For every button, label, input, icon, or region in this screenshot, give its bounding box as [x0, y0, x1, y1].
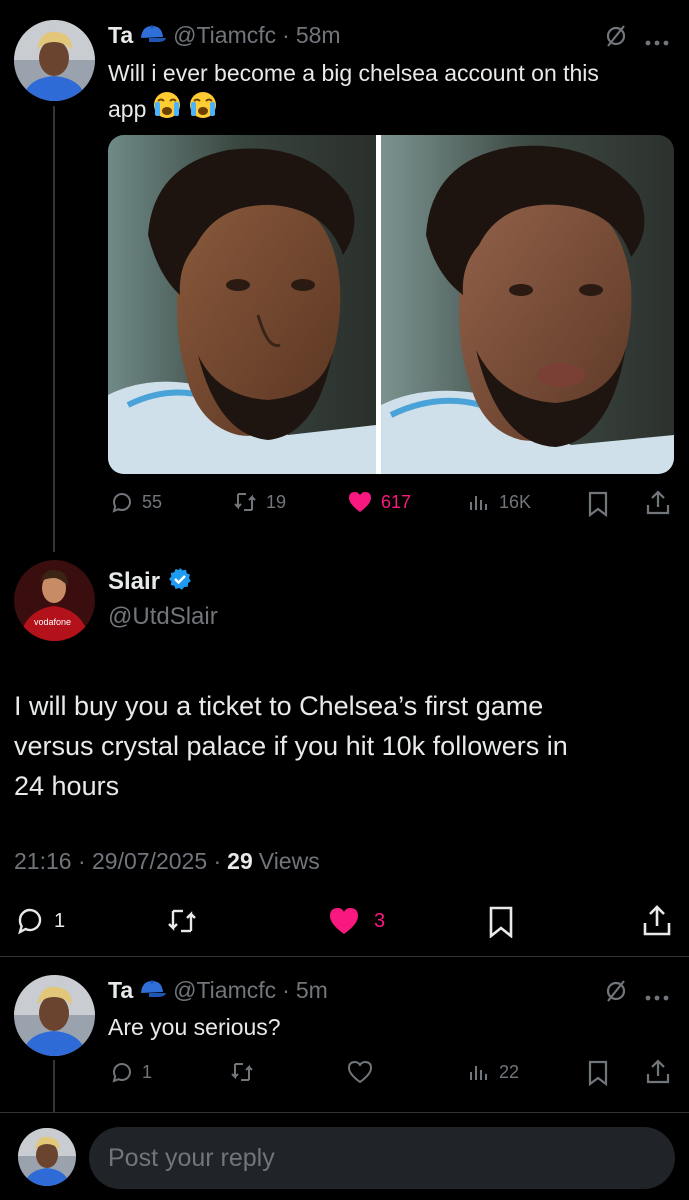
- more-icon[interactable]: [645, 988, 669, 1006]
- thread-line: [53, 1060, 55, 1112]
- verified-badge-icon: [168, 567, 192, 598]
- media-image-left[interactable]: [108, 135, 376, 474]
- avatar-current-user[interactable]: [18, 1128, 76, 1186]
- separator: ·: [282, 976, 290, 1003]
- bookmark-icon[interactable]: [587, 491, 609, 522]
- divider: [0, 1112, 689, 1113]
- display-name[interactable]: Ta: [108, 22, 133, 49]
- avatar-tiamcfc[interactable]: [14, 20, 95, 101]
- share-icon[interactable]: [642, 904, 672, 943]
- reply-button[interactable]: 1: [16, 906, 65, 936]
- tweet3-text: Are you serious?: [108, 1014, 281, 1040]
- reply-text: I will buy you a ticket to Chelsea’s fir…: [14, 691, 568, 801]
- avatar-tiamcfc[interactable]: [14, 975, 95, 1056]
- reply-count: 1: [54, 909, 66, 932]
- retweet-button[interactable]: 19: [232, 490, 286, 514]
- display-name[interactable]: Slair: [108, 568, 160, 596]
- share-icon[interactable]: [645, 489, 671, 522]
- like-count: 3: [374, 909, 386, 932]
- bookmark-icon[interactable]: [587, 1060, 609, 1091]
- grok-icon[interactable]: [603, 23, 629, 54]
- tweet1-header: Ta @Tiamcfc · 58m: [108, 20, 341, 50]
- crying-face-emoji: [152, 90, 182, 129]
- retweet-count: 19: [266, 491, 287, 512]
- tweet1-text: Will i ever become a big chelsea account…: [108, 57, 683, 129]
- handle[interactable]: @Tiamcfc: [173, 22, 276, 49]
- views-count: 22: [499, 1061, 520, 1082]
- views-label: Views: [258, 848, 320, 874]
- timestamp[interactable]: 21:16 · 29/07/2025 ·: [14, 848, 221, 875]
- reply-count: 55: [142, 491, 163, 512]
- separator: ·: [282, 21, 290, 48]
- retweet-icon[interactable]: [165, 906, 199, 941]
- handle[interactable]: @Tiamcfc: [173, 977, 276, 1004]
- post-time[interactable]: 58m: [296, 22, 341, 49]
- media-image-right[interactable]: [381, 135, 674, 474]
- more-icon[interactable]: [645, 33, 669, 51]
- reply-button[interactable]: 1: [110, 1060, 152, 1084]
- display-name[interactable]: Ta: [108, 977, 133, 1004]
- reply-button[interactable]: 55: [110, 490, 162, 514]
- views-button[interactable]: 22: [467, 1060, 519, 1084]
- views-count: 29: [227, 848, 253, 874]
- slair-header: Slair: [108, 566, 192, 598]
- handle[interactable]: @UtdSlair: [108, 603, 218, 631]
- views-count: 16K: [499, 491, 532, 512]
- reply-count: 1: [142, 1061, 153, 1082]
- cap-emoji: [139, 22, 167, 49]
- retweet-icon[interactable]: [229, 1060, 255, 1089]
- grok-icon[interactable]: [603, 978, 629, 1009]
- avatar-utdslair[interactable]: vodafone: [14, 560, 95, 641]
- tweet1-media[interactable]: [108, 135, 674, 474]
- share-icon[interactable]: [645, 1058, 671, 1091]
- like-icon[interactable]: [347, 1060, 373, 1089]
- like-count: 617: [381, 491, 412, 512]
- views-button[interactable]: 16K: [467, 490, 531, 514]
- reply-placeholder: Post your reply: [108, 1143, 275, 1172]
- bookmark-icon[interactable]: [487, 906, 515, 943]
- avatar-sponsor-text: vodafone: [34, 617, 72, 627]
- timestamp-row: 21:16 · 29/07/2025 · 29 Views: [14, 848, 320, 875]
- tweet3-header: Ta @Tiamcfc · 5m: [108, 975, 328, 1005]
- cap-emoji: [139, 977, 167, 1004]
- thread-line: [53, 106, 55, 552]
- reply-input[interactable]: Post your reply: [89, 1127, 675, 1189]
- crying-face-emoji: [188, 90, 218, 129]
- like-button[interactable]: 3: [328, 906, 385, 936]
- like-button[interactable]: 617: [347, 490, 411, 514]
- post-time[interactable]: 5m: [296, 977, 328, 1004]
- divider: [0, 956, 689, 957]
